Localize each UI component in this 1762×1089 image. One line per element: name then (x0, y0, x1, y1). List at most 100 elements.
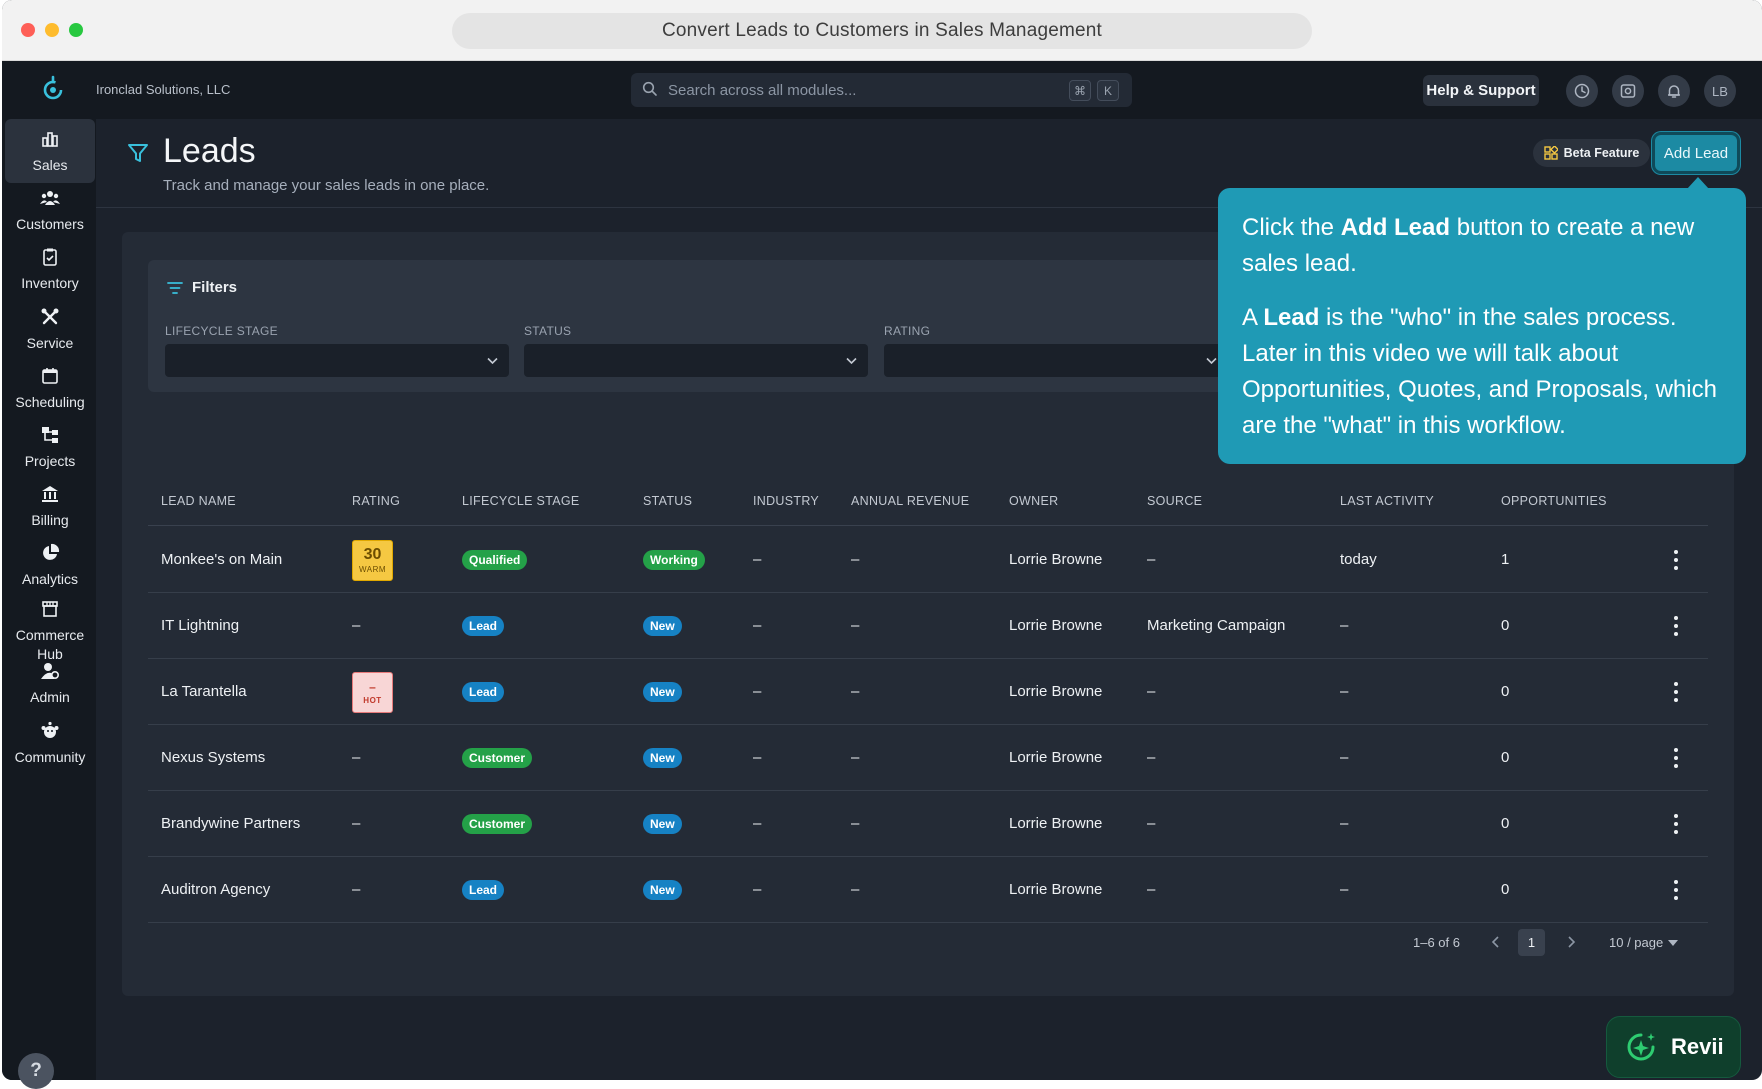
lead-name[interactable]: La Tarantella (161, 683, 247, 700)
maximize-window-button[interactable] (69, 23, 83, 37)
status-select[interactable] (524, 344, 868, 377)
sidebar-item-label: Customers (16, 215, 84, 232)
row-actions-icon[interactable] (1673, 550, 1679, 570)
address-bar[interactable]: Convert Leads to Customers in Sales Mana… (452, 13, 1312, 49)
app-logo-icon[interactable] (38, 74, 68, 104)
filters-header: Filters (167, 279, 237, 296)
global-search-input[interactable]: Search across all modules... ⌘ K (631, 73, 1132, 107)
row-actions-icon[interactable] (1673, 748, 1679, 768)
sidebar-item-billing[interactable]: Billing (5, 474, 95, 538)
table-row[interactable]: Auditron Agency – Lead New – – Lorrie Br… (148, 857, 1708, 923)
opportunities-cell: 0 (1501, 881, 1510, 898)
table-row[interactable]: Nexus Systems – Customer New – – Lorrie … (148, 725, 1708, 791)
sidebar-item-admin[interactable]: Admin (5, 651, 95, 715)
sidebar-item-label: Admin (30, 688, 70, 705)
rating-score: – (369, 679, 376, 694)
row-actions-icon[interactable] (1673, 880, 1679, 900)
close-window-button[interactable] (21, 23, 35, 37)
user-avatar[interactable]: LB (1704, 75, 1736, 107)
last-activity-cell: – (1340, 881, 1349, 898)
rating-badge-hot: – HOT (352, 672, 393, 713)
row-actions-icon[interactable] (1673, 814, 1679, 834)
lifecycle-badge: Qualified (462, 550, 528, 570)
revii-assistant-button[interactable]: Revii (1606, 1016, 1741, 1078)
table-row[interactable]: La Tarantella – HOT Lead New – – Lorrie … (148, 659, 1708, 725)
screen-record-button[interactable] (1612, 75, 1644, 107)
last-activity-cell: – (1340, 749, 1349, 766)
source-cell: Marketing Campaign (1147, 617, 1286, 634)
sidebar-item-customers[interactable]: Customers (5, 178, 95, 242)
column-header[interactable]: LAST ACTIVITY (1340, 494, 1434, 508)
sidebar-item-inventory[interactable]: Inventory (5, 237, 95, 301)
column-header[interactable]: ANNUAL REVENUE (851, 494, 969, 508)
sidebar-item-label: Service (26, 334, 74, 351)
next-page-button[interactable] (1564, 932, 1578, 952)
rating-word: HOT (363, 695, 382, 705)
beta-feature-button[interactable]: Beta Feature (1533, 139, 1650, 167)
column-header[interactable]: RATING (352, 494, 400, 508)
column-header[interactable]: LIFECYCLE STAGE (462, 494, 580, 508)
lifecycle-stage-select[interactable] (165, 344, 509, 377)
row-actions-icon[interactable] (1673, 682, 1679, 702)
previous-page-button[interactable] (1489, 932, 1503, 952)
lead-name[interactable]: IT Lightning (161, 617, 239, 634)
sidebar-item-service[interactable]: Service (5, 297, 95, 361)
caret-down-icon[interactable] (1668, 940, 1678, 946)
page-size-select[interactable]: 10 / page (1609, 935, 1663, 950)
table-row[interactable]: IT Lightning – Lead New – – Lorrie Brown… (148, 593, 1708, 659)
lead-name[interactable]: Brandywine Partners (161, 815, 300, 832)
page-subtitle: Track and manage your sales leads in one… (163, 177, 490, 194)
add-lead-button[interactable]: Add Lead (1655, 135, 1737, 171)
user-gear-icon (41, 662, 60, 679)
sidebar-item-projects[interactable]: Projects (5, 415, 95, 479)
lead-name[interactable]: Monkee's on Main (161, 551, 282, 568)
opportunities-cell: 0 (1501, 683, 1510, 700)
column-header[interactable]: INDUSTRY (753, 494, 819, 508)
calendar-icon (42, 367, 58, 384)
status-badge: New (643, 880, 682, 900)
row-actions-icon[interactable] (1673, 616, 1679, 636)
minimize-window-button[interactable] (45, 23, 59, 37)
store-icon (42, 601, 58, 617)
help-question-button[interactable]: ? (18, 1053, 54, 1089)
last-activity-cell: today (1340, 551, 1377, 568)
revenue-cell: – (851, 617, 860, 634)
lifecycle-badge: Customer (462, 814, 533, 834)
column-header[interactable]: STATUS (643, 494, 692, 508)
table-row[interactable]: Monkee's on Main 30 WARM Qualified Worki… (148, 527, 1708, 593)
lead-name[interactable]: Auditron Agency (161, 881, 270, 898)
source-cell: – (1147, 815, 1156, 832)
page-number-button[interactable]: 1 (1518, 929, 1545, 956)
rating-select[interactable] (884, 344, 1228, 377)
table-row[interactable]: Brandywine Partners – Customer New – – L… (148, 791, 1708, 857)
industry-cell: – (753, 749, 762, 766)
chevron-down-icon (487, 357, 498, 365)
sidebar-item-label: Billing (31, 511, 69, 528)
opportunities-cell: 0 (1501, 815, 1510, 832)
column-header[interactable]: LEAD NAME (161, 494, 236, 508)
rating-cell: – (352, 617, 361, 634)
source-cell: – (1147, 683, 1156, 700)
sidebar-nav: Sales Customers Inventory Service Schedu… (2, 119, 96, 1080)
notifications-button[interactable] (1658, 75, 1690, 107)
source-cell: – (1147, 551, 1156, 568)
avatar-initials: LB (1712, 83, 1728, 99)
lead-name[interactable]: Nexus Systems (161, 749, 265, 766)
beta-feature-label: Beta Feature (1563, 146, 1640, 160)
history-button[interactable] (1566, 75, 1598, 107)
sidebar-item-community[interactable]: Community (5, 711, 95, 775)
chevron-left-icon (1491, 936, 1499, 948)
column-header[interactable]: OWNER (1009, 494, 1058, 508)
sidebar-item-sales[interactable]: Sales (5, 119, 95, 183)
clipboard-icon (43, 248, 57, 266)
status-badge: New (643, 682, 682, 702)
tooltip-text: Click the (1242, 214, 1341, 241)
status-badge: New (643, 748, 682, 768)
sidebar-item-analytics[interactable]: Analytics (5, 533, 95, 597)
sidebar-item-scheduling[interactable]: Scheduling (5, 356, 95, 420)
filter-label-status: STATUS (524, 324, 572, 338)
column-header[interactable]: OPPORTUNITIES (1501, 494, 1607, 508)
rating-cell: – (352, 749, 361, 766)
column-header[interactable]: SOURCE (1147, 494, 1202, 508)
help-support-button[interactable]: Help & Support (1423, 75, 1539, 106)
